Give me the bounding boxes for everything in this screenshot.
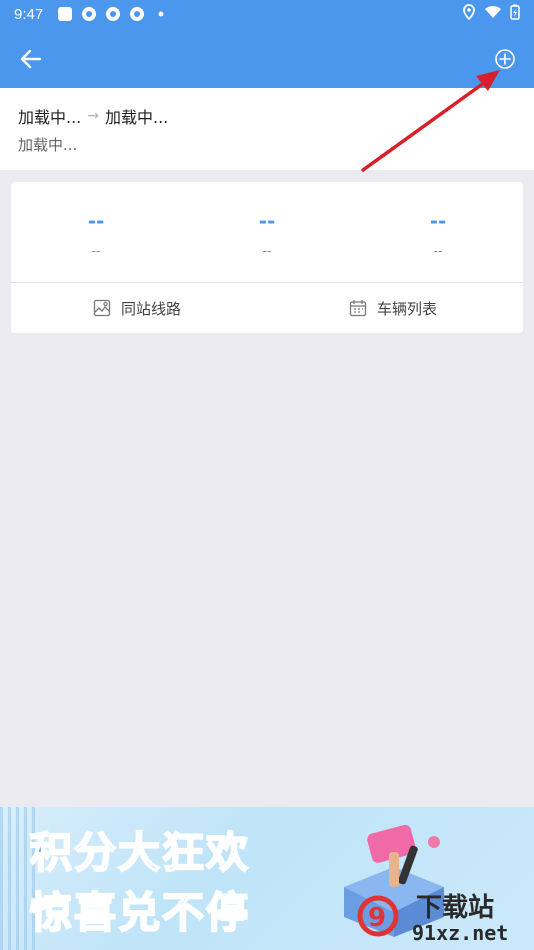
vehicle-list-button[interactable]: 车辆列表 bbox=[349, 292, 437, 324]
banner-subheadline: 惊喜兑不停 bbox=[29, 887, 251, 938]
notification-app-icon bbox=[57, 6, 73, 22]
app-bar bbox=[0, 28, 534, 88]
plus-circle-icon bbox=[495, 49, 515, 69]
stat-value: -- bbox=[87, 209, 105, 233]
wifi-icon bbox=[484, 5, 502, 23]
stat-item: -- -- bbox=[227, 208, 307, 258]
notification-aperture-icon bbox=[129, 6, 145, 22]
promo-banner[interactable]: 积分大狂欢 惊喜兑不停 9 下载站 91xz.net bbox=[0, 807, 534, 950]
route-subtitle: 加载中... bbox=[18, 136, 78, 154]
back-button[interactable] bbox=[16, 44, 46, 74]
stat-label: -- bbox=[433, 244, 443, 258]
vehicle-list-label: 车辆列表 bbox=[377, 299, 438, 318]
route-arrow-icon: → bbox=[87, 108, 99, 124]
status-bar: 9:47 bbox=[0, 0, 534, 28]
watermark-brand: 下载站 bbox=[416, 893, 494, 923]
notification-aperture-icon bbox=[105, 6, 121, 22]
watermark-domain: 91xz.net bbox=[412, 921, 508, 945]
same-station-lines-label: 同站线路 bbox=[121, 299, 182, 318]
route-to: 加载中... bbox=[105, 108, 169, 127]
route-header: 加载中... → 加载中... 加载中... bbox=[0, 88, 534, 170]
status-time: 9:47 bbox=[14, 5, 44, 23]
route-line: 加载中... → 加载中... bbox=[18, 104, 168, 128]
battery-icon bbox=[510, 4, 520, 24]
same-station-lines-button[interactable]: 同站线路 bbox=[93, 292, 181, 324]
stat-item: -- -- bbox=[398, 208, 478, 258]
stat-value: -- bbox=[429, 209, 447, 233]
location-icon bbox=[462, 4, 476, 24]
notification-aperture-icon bbox=[81, 6, 97, 22]
route-from: 加载中... bbox=[18, 108, 82, 127]
watermark-logo: 9 下载站 91xz.net bbox=[357, 893, 508, 945]
banner-headline: 积分大狂欢 bbox=[29, 827, 251, 878]
stat-value: -- bbox=[258, 209, 276, 233]
calendar-icon bbox=[349, 300, 367, 317]
stat-item: -- -- bbox=[56, 208, 136, 258]
add-favorite-button[interactable] bbox=[490, 44, 520, 74]
stat-label: -- bbox=[91, 244, 101, 258]
divider bbox=[11, 282, 523, 283]
more-notifications-dot-icon bbox=[153, 6, 169, 22]
svg-text:9: 9 bbox=[368, 903, 386, 933]
stat-label: -- bbox=[262, 244, 272, 258]
map-icon bbox=[93, 299, 111, 317]
arrival-stats-card: -- -- -- -- -- -- 同站线路 车辆列表 bbox=[11, 182, 523, 333]
back-arrow-icon bbox=[20, 49, 42, 69]
